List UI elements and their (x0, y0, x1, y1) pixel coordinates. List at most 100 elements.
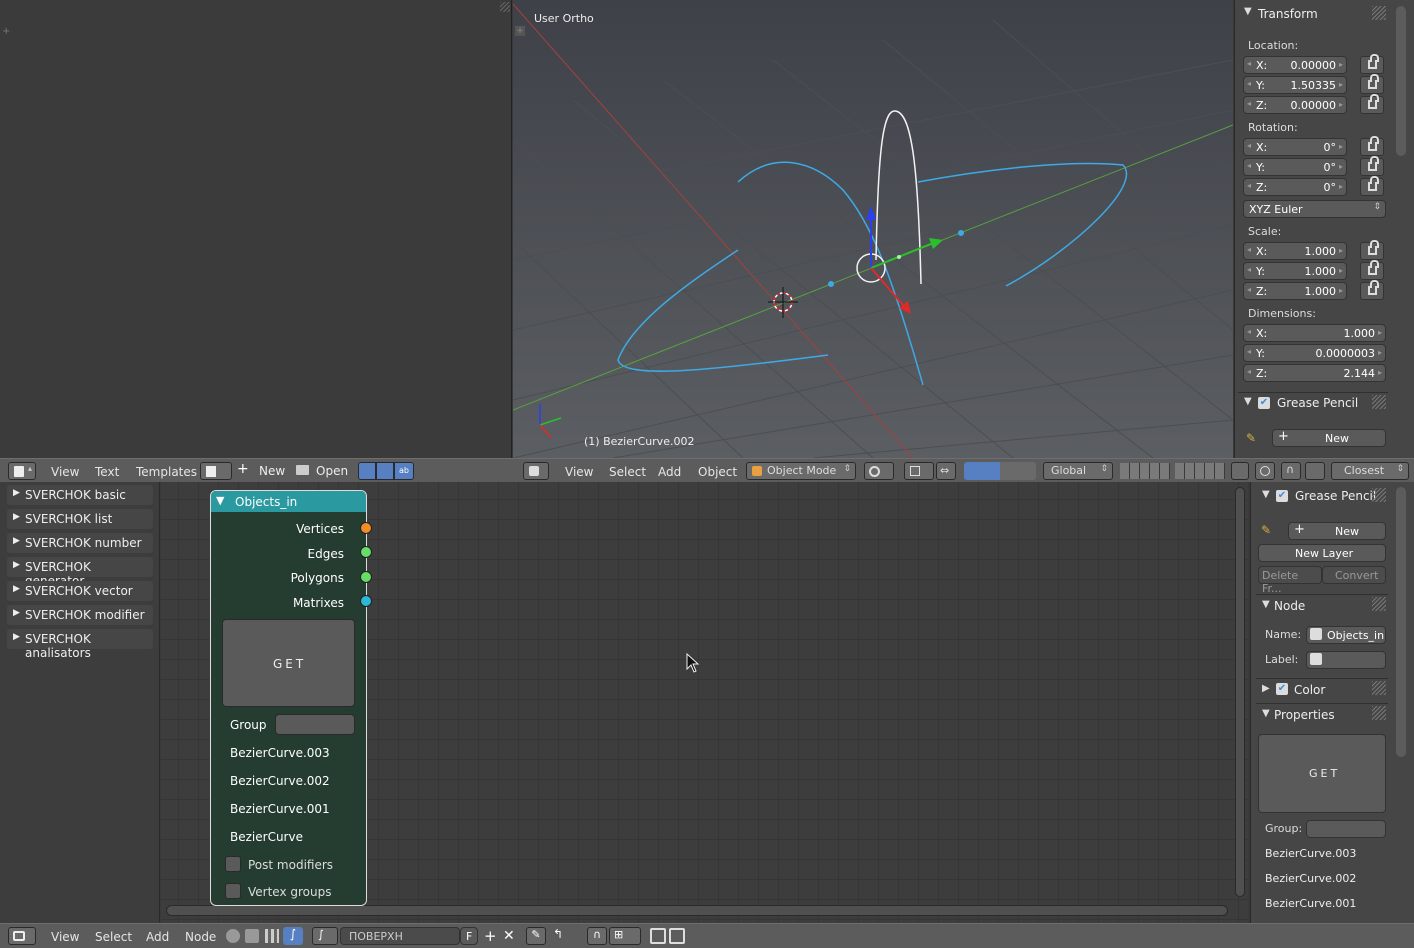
rotation-x-field[interactable]: ◂ X: 0° ▸ (1243, 138, 1347, 156)
shading-dropdown[interactable] (864, 462, 894, 480)
snap-element-dropdown[interactable] (1305, 462, 1325, 480)
word-wrap-toggle[interactable] (376, 462, 394, 480)
area-split-handle[interactable]: + (2, 26, 10, 37)
scale-manipulator[interactable] (1000, 462, 1018, 480)
color-checkbox[interactable]: ✔ (1276, 683, 1288, 695)
scale-z-field[interactable]: ◂ Z: 1.000 ▸ (1243, 282, 1347, 300)
node-label-field[interactable] (1306, 651, 1386, 669)
lock-scale-y[interactable] (1360, 260, 1384, 280)
text-browse-button[interactable] (200, 462, 232, 480)
get-button[interactable]: GET (222, 619, 355, 707)
menu-add[interactable]: Add (146, 930, 169, 944)
rotation-z-field[interactable]: ◂ Z: 0° ▸ (1243, 178, 1347, 196)
add-tree-button[interactable]: + (484, 927, 497, 945)
paste-nodes-button[interactable] (669, 928, 685, 944)
parent-tree-button[interactable]: ↰ (553, 927, 571, 945)
object-list-item[interactable]: BezierCurve.001 (230, 802, 330, 816)
location-y-field[interactable]: ◂ Y: 1.50335 ▸ (1243, 76, 1347, 94)
category-sverchok-generator[interactable]: ▶SVERCHOK generator (7, 557, 153, 588)
editor-type-button[interactable]: ▴ (8, 462, 36, 480)
lock-location-z[interactable] (1360, 94, 1384, 114)
compositor-tree-button[interactable] (265, 929, 279, 943)
sverchok-tree-button[interactable]: ∫ (283, 927, 303, 945)
lock-rotation-z[interactable] (1360, 176, 1384, 196)
socket-edges[interactable] (360, 546, 372, 558)
extra-manipulator[interactable] (1018, 462, 1036, 480)
pin-toggle[interactable]: ✎ (526, 927, 546, 945)
socket-vertices[interactable] (360, 522, 372, 534)
node-tree-name-field[interactable]: ПОВЕРХН (340, 927, 460, 945)
category-sverchok-analisators[interactable]: ▶ SVERCHOK analisators (7, 629, 153, 660)
np-gp-new-button[interactable]: + New (1288, 522, 1386, 540)
scale-x-field[interactable]: ◂ X: 1.000 ▸ (1243, 242, 1347, 260)
delete-frame-button[interactable]: Delete Fr... (1258, 566, 1322, 595)
location-z-field[interactable]: ◂ Z: 0.00000 ▸ (1243, 96, 1347, 114)
panel-drag-handle[interactable] (1372, 6, 1386, 20)
category-sverchok-modifier[interactable]: ▶ SVERCHOK modifier (7, 605, 153, 625)
lock-location-y[interactable] (1360, 74, 1384, 94)
transform-header[interactable]: ▼ Transform (1238, 4, 1388, 24)
shader-tree-button[interactable] (226, 929, 240, 943)
layer-buttons-1[interactable] (1120, 463, 1170, 479)
dimensions-x-field[interactable]: ◂ X: 1.000 ▸ (1243, 324, 1386, 342)
panel-drag-handle[interactable] (1372, 706, 1386, 720)
grease-pencil-header[interactable]: ▼ ✔ Grease Pencil (1238, 392, 1388, 412)
panel-scrollbar[interactable] (1396, 487, 1406, 757)
gp-new-button[interactable]: + New (1272, 429, 1386, 447)
lock-location-x[interactable] (1360, 54, 1384, 74)
np-object-list-item[interactable]: BezierCurve.002 (1265, 872, 1356, 885)
object-list-item[interactable]: BezierCurve.002 (230, 774, 330, 788)
menu-templates[interactable]: Templates (136, 465, 197, 479)
snap-toggle[interactable]: ∩ (587, 927, 607, 945)
rotation-y-field[interactable]: ◂ Y: 0° ▸ (1243, 158, 1347, 176)
category-sverchok-number[interactable]: ▶ SVERCHOK number (7, 533, 153, 553)
pivot-dropdown[interactable] (904, 462, 934, 480)
open-text-button[interactable]: Open (292, 462, 348, 480)
snap-target-dropdown[interactable]: Closest ⇕ (1331, 462, 1409, 480)
location-x-field[interactable]: ◂ X: 0.00000 ▸ (1243, 56, 1347, 74)
menu-select[interactable]: Select (609, 465, 646, 479)
np-grease-pencil-header[interactable]: ▼ ✔ Grease Pencil (1256, 486, 1388, 506)
snap-element-dropdown[interactable]: ⊞ (609, 927, 641, 945)
menu-text[interactable]: Text (95, 465, 119, 479)
convert-button[interactable]: Convert (1322, 566, 1386, 584)
snap-toggle[interactable]: ∩ (1281, 462, 1301, 480)
np-object-list-item[interactable]: BezierCurve.001 (1265, 897, 1356, 910)
manipulator-toggle[interactable]: ⇔ (936, 462, 956, 480)
lock-scale-z[interactable] (1360, 280, 1384, 300)
post-modifiers-checkbox[interactable] (225, 856, 241, 872)
menu-select[interactable]: Select (95, 930, 132, 944)
gp-draw-tool[interactable]: ✎ (1258, 522, 1286, 540)
vertex-groups-checkbox[interactable] (225, 883, 241, 899)
node-section-header[interactable]: ▼ Node (1256, 594, 1388, 614)
scale-y-field[interactable]: ◂ Y: 1.000 ▸ (1243, 262, 1347, 280)
area-corner-stripes[interactable] (500, 2, 510, 12)
collapse-arrow-icon[interactable]: ▼ (216, 494, 224, 507)
group-input[interactable] (275, 714, 355, 735)
menu-view[interactable]: View (565, 465, 593, 479)
area-split-handle[interactable]: + (515, 26, 525, 36)
menu-node[interactable]: Node (185, 930, 216, 944)
editor-type-button[interactable] (8, 927, 36, 945)
lock-rotation-y[interactable] (1360, 156, 1384, 176)
orientation-dropdown[interactable]: Global ⇕ (1043, 462, 1113, 480)
new-layer-button[interactable]: New Layer (1258, 544, 1386, 562)
node-name-field[interactable]: Objects_in (1306, 626, 1386, 644)
lock-rotation-x[interactable] (1360, 136, 1384, 156)
lock-camera-toggle[interactable] (1231, 462, 1249, 480)
dimensions-y-field[interactable]: ◂ Y: 0.0000003 ▸ (1243, 344, 1386, 362)
object-list-item[interactable]: BezierCurve.003 (230, 746, 330, 760)
lock-scale-x[interactable] (1360, 240, 1384, 260)
object-list-item[interactable]: BezierCurve (230, 830, 303, 844)
proportional-edit-toggle[interactable] (1255, 462, 1275, 480)
node-header[interactable]: ▼ Objects_in (211, 491, 366, 512)
remove-tree-button[interactable]: ✕ (503, 928, 515, 944)
np-object-list-item[interactable]: BezierCurve.003 (1265, 847, 1356, 860)
np-group-input[interactable] (1306, 820, 1386, 838)
grease-pencil-checkbox[interactable]: ✔ (1276, 490, 1288, 502)
3d-viewport[interactable]: User Ortho (1) BezierCurve.002 + (513, 0, 1233, 458)
panel-drag-handle[interactable] (1372, 488, 1386, 502)
menu-view[interactable]: View (51, 930, 79, 944)
mode-dropdown[interactable]: Object Mode ⇕ (746, 462, 856, 480)
translate-manipulator[interactable] (964, 462, 982, 480)
